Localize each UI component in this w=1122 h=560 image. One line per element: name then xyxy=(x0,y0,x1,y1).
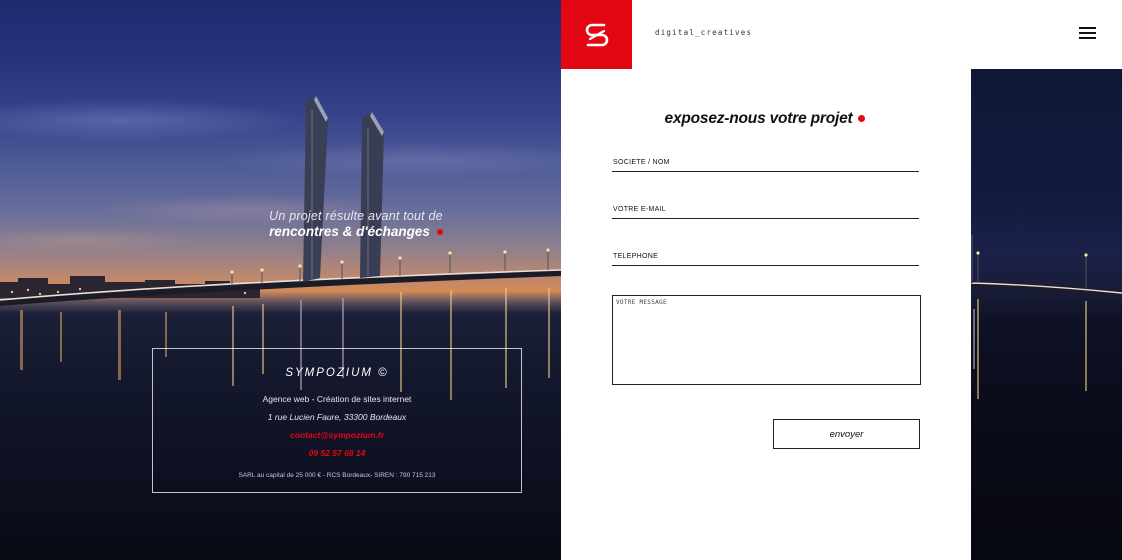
logo[interactable] xyxy=(561,0,632,69)
red-dot-icon xyxy=(436,228,443,235)
company-phone-link[interactable]: 09 52 57 68 14 xyxy=(153,448,521,458)
phone-field[interactable]: TELEPHONE xyxy=(612,252,919,266)
site-tagline: digital_creatives xyxy=(655,28,753,37)
company-legal-text: SARL au capital de 25 000 € - RCS Bordea… xyxy=(238,472,436,479)
company-description: Agence web - Création de sites internet xyxy=(262,394,412,404)
hero-tagline-line2: rencontres & d'échanges xyxy=(269,224,430,239)
red-dot-icon xyxy=(858,115,866,123)
company-address: 1 rue Lucien Faure, 33300 Bordeaux xyxy=(267,412,407,422)
company-email-link[interactable]: contact@sympozium.fr xyxy=(153,430,521,440)
bridge-towers xyxy=(303,96,384,282)
company-name: SYMPOZIUM © xyxy=(285,367,389,379)
sympozium-logo-icon xyxy=(585,23,608,46)
hero-tagline: Un projet résulte avant tout de rencontr… xyxy=(236,209,476,241)
side-background-image xyxy=(971,69,1122,560)
form-title-text: exposez-nous votre projet xyxy=(664,110,853,127)
company-name-field[interactable]: SOCIETE / NOM xyxy=(612,158,919,172)
hero-background-image: Un projet résulte avant tout de rencontr… xyxy=(0,0,561,560)
hero-tagline-line1: Un projet résulte avant tout de xyxy=(269,209,443,223)
email-field[interactable]: VOTRE E-MAIL xyxy=(612,205,919,219)
message-textarea[interactable]: VOTRE MESSAGE xyxy=(612,295,921,385)
hamburger-menu-icon[interactable] xyxy=(1079,27,1097,40)
side-bridge-scene xyxy=(971,235,1122,399)
email-placeholder: VOTRE E-MAIL xyxy=(613,206,666,213)
submit-button[interactable]: envoyer xyxy=(773,419,920,449)
phone-placeholder: TELEPHONE xyxy=(613,253,659,260)
form-title: exposez-nous votre projet xyxy=(600,110,930,128)
company-name-placeholder: SOCIETE / NOM xyxy=(613,159,670,166)
company-info-box: SYMPOZIUM © Agence web - Création de sit… xyxy=(152,348,522,493)
message-placeholder: VOTRE MESSAGE xyxy=(616,299,667,306)
